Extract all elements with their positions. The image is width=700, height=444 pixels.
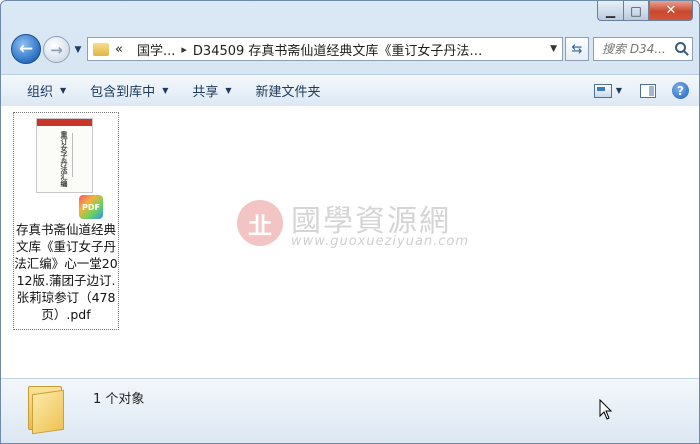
watermark-logo: 㐀 bbox=[237, 200, 283, 246]
refresh-icon: ⇆ bbox=[571, 41, 583, 57]
folder-front bbox=[32, 389, 64, 435]
new-folder-button[interactable]: 新建文件夹 bbox=[244, 75, 333, 106]
minimize-button[interactable]: ▁ bbox=[597, 1, 623, 21]
chevron-down-icon: ▼ bbox=[162, 86, 169, 95]
pdf-file-icon: PDF bbox=[79, 195, 103, 219]
organize-button[interactable]: 组织 ▼ bbox=[1, 75, 78, 106]
watermark-logo-glyph: 㐀 bbox=[248, 211, 272, 240]
organize-label: 组织 bbox=[27, 85, 54, 100]
new-folder-label: 新建文件夹 bbox=[255, 85, 321, 100]
address-dropdown-icon[interactable]: ▼ bbox=[550, 44, 557, 54]
command-bar: 组织 ▼ 包含到库中 ▼ 共享 ▼ 新建文件夹 ▼ ? bbox=[1, 74, 699, 107]
include-in-library-label: 包含到库中 bbox=[90, 85, 156, 100]
search-icon[interactable] bbox=[675, 42, 686, 53]
chevron-down-icon[interactable]: ▼ bbox=[616, 86, 622, 95]
explorer-window: ▁ □ ✕ ← → ▼ « 国学... ▸ D34509 存真书斋仙道经典文库《… bbox=[0, 0, 700, 444]
command-bar-right: ▼ ? bbox=[593, 75, 689, 106]
share-label: 共享 bbox=[192, 85, 219, 100]
file-name: 存真书斋仙道经典文库《重订女子丹法汇编》心一堂2012版.蒲团子边订.张莉琼参订… bbox=[14, 222, 118, 322]
thumbnail-title: 重订女子丹法汇编 bbox=[60, 131, 68, 187]
watermark-url: www.guoxueziyuan.com bbox=[291, 234, 470, 249]
back-arrow-icon: ← bbox=[18, 39, 34, 59]
breadcrumb-separator-icon[interactable]: ▸ bbox=[181, 43, 187, 56]
forward-button[interactable]: → bbox=[43, 36, 70, 63]
thumbnail-rule bbox=[72, 133, 81, 177]
folder-icon bbox=[93, 42, 109, 56]
pdf-thumbnail: 重订女子丹法汇编 bbox=[36, 118, 93, 193]
breadcrumb-item-guoxue[interactable]: 国学... bbox=[137, 40, 175, 59]
maximize-button[interactable]: □ bbox=[623, 1, 649, 21]
breadcrumb-item-current[interactable]: D34509 存真书斋仙道经典文库《重订女子丹法汇... bbox=[193, 40, 485, 59]
help-icon[interactable]: ? bbox=[672, 82, 689, 99]
include-in-library-button[interactable]: 包含到库中 ▼ bbox=[78, 75, 180, 106]
address-bar[interactable]: « 国学... ▸ D34509 存真书斋仙道经典文库《重订女子丹法汇... ▼ bbox=[87, 37, 563, 61]
breadcrumb-overflow[interactable]: « bbox=[115, 42, 123, 57]
recent-pages-button[interactable]: ▼ bbox=[72, 44, 84, 56]
mouse-cursor-icon bbox=[599, 399, 613, 420]
item-count: 1 个对象 bbox=[93, 392, 145, 407]
share-button[interactable]: 共享 ▼ bbox=[180, 75, 243, 106]
search-input[interactable] bbox=[602, 42, 672, 56]
caption-buttons: ▁ □ ✕ bbox=[597, 1, 693, 21]
file-list-area[interactable]: 㐀 國學資源網 www.guoxueziyuan.com 重订女子丹法汇编 PD… bbox=[1, 106, 699, 378]
preview-pane-icon[interactable] bbox=[640, 83, 656, 98]
folder-icon bbox=[28, 384, 64, 435]
back-button[interactable]: ← bbox=[11, 34, 41, 64]
chevron-down-icon: ▼ bbox=[225, 86, 232, 95]
close-button[interactable]: ✕ bbox=[649, 1, 693, 21]
details-pane: 1 个对象 bbox=[1, 378, 699, 443]
refresh-button[interactable]: ⇆ bbox=[565, 37, 589, 61]
pdf-badge-label: PDF bbox=[82, 202, 100, 212]
chevron-down-icon: ▼ bbox=[60, 86, 67, 95]
change-view-icon[interactable] bbox=[593, 83, 612, 98]
file-item[interactable]: 重订女子丹法汇编 PDF 存真书斋仙道经典文库《重订女子丹法汇编》心一堂2012… bbox=[13, 112, 119, 330]
navigation-row: ← → ▼ « 国学... ▸ D34509 存真书斋仙道经典文库《重订女子丹法… bbox=[9, 34, 693, 68]
chevron-down-icon: ▼ bbox=[74, 45, 82, 55]
search-box[interactable] bbox=[593, 37, 693, 61]
thumbnail-band bbox=[37, 119, 92, 126]
forward-arrow-icon: → bbox=[50, 40, 63, 59]
